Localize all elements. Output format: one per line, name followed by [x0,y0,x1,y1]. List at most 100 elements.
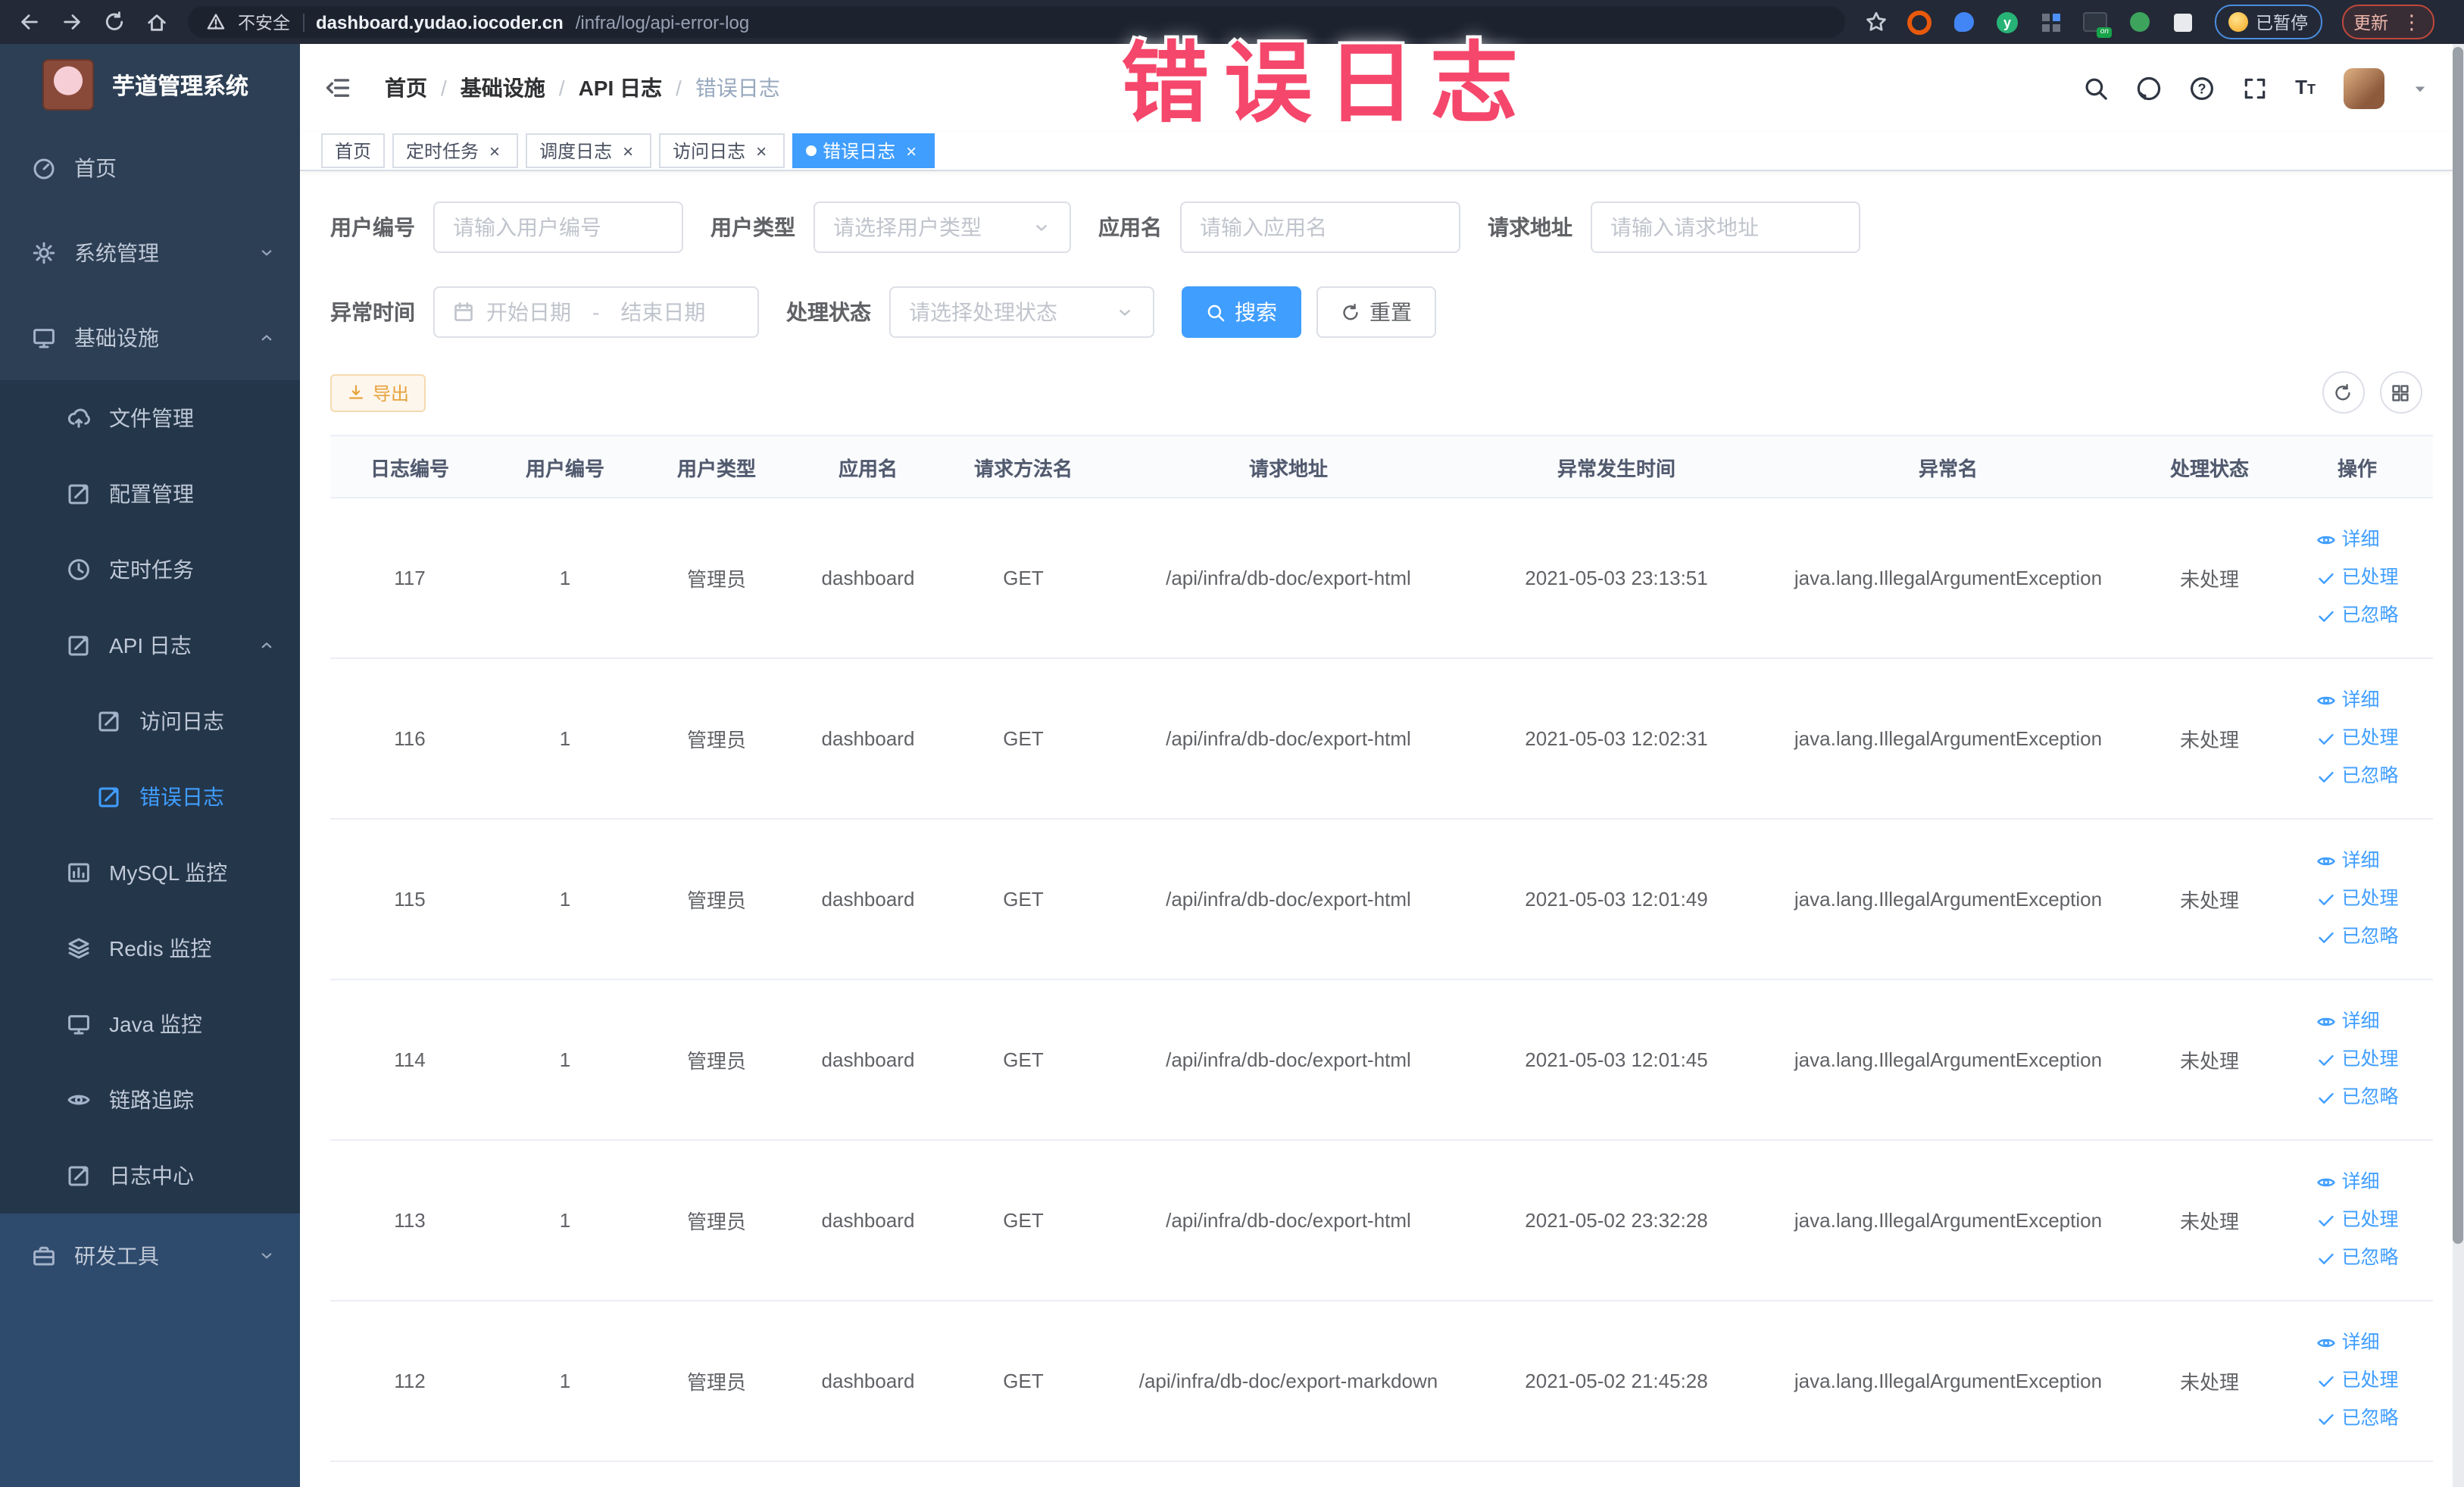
action-已忽略[interactable]: 已忽略 [2316,604,2399,627]
action-已忽略[interactable]: 已忽略 [2316,926,2399,948]
header-actions: ? TT [2083,67,2428,108]
bookmark-star-icon[interactable] [1865,11,1888,33]
sidebar-item-Redis-监控[interactable]: Redis 监控 [0,911,300,986]
address-bar[interactable]: 不安全 dashboard.yudao.iocoder.cn/infra/log… [188,6,1845,38]
column-header-应用名: 应用名 [792,435,944,498]
sidebar-item-Java-监控[interactable]: Java 监控 [0,986,300,1062]
scrollbar-thumb[interactable] [2453,47,2463,1244]
action-已忽略[interactable]: 已忽略 [2316,765,2399,788]
table-row: 113 1 管理员 dashboard GET/api/infra/db-doc/exp… [330,1140,2433,1301]
select-用户类型[interactable]: 请选择用户类型 [814,201,1071,253]
action-已处理[interactable]: 已处理 [2316,1209,2399,1232]
cell-app: dashboard [792,1140,944,1301]
cell-user_type: 管理员 [641,1301,792,1462]
action-已忽略[interactable]: 已忽略 [2316,1407,2399,1430]
back-icon[interactable] [18,11,41,33]
sidebar-item-配置管理[interactable]: 配置管理 [0,456,300,532]
input-用户编号[interactable]: 请输入用户编号 [433,201,683,253]
sidebar-item-访问日志[interactable]: 访问日志 [0,683,300,759]
extension-blue-icon[interactable] [1951,10,1975,34]
sidebar-item-label: 研发工具 [74,1244,159,1268]
action-已处理[interactable]: 已处理 [2316,567,2399,589]
sidebar-item-基础设施[interactable]: 基础设施 [0,295,300,380]
extension-orange-icon[interactable] [1907,10,1932,34]
tab-错误日志[interactable]: 错误日志 × [792,133,935,168]
select-处理状态[interactable]: 请选择处理状态 [889,286,1154,338]
hamburger-icon[interactable] [324,74,351,102]
close-icon[interactable]: × [751,142,771,160]
tab-调度日志[interactable]: 调度日志 × [526,133,652,168]
reset-button[interactable]: 重置 [1316,286,1436,338]
breadcrumb-separator: / [441,76,447,100]
input-请求地址[interactable]: 请输入请求地址 [1591,201,1860,253]
action-已处理[interactable]: 已处理 [2316,888,2399,911]
search-button[interactable]: 搜索 [1182,286,1301,338]
help-icon[interactable]: ? [2189,75,2215,101]
daterange-input[interactable]: 开始日期 - 结束日期 [433,286,759,338]
close-icon[interactable]: × [618,142,638,160]
cell-id: 116 [330,658,489,820]
close-icon[interactable]: × [485,142,504,160]
eye-icon [2316,530,2335,550]
tab-访问日志[interactable]: 访问日志 × [659,133,785,168]
github-icon[interactable] [2136,75,2162,101]
extension-leaf-icon[interactable] [2127,10,2151,34]
extension-puzzle-icon[interactable] [2171,10,2195,34]
action-详细[interactable]: 详细 [2316,850,2380,873]
action-已处理[interactable]: 已处理 [2316,1370,2399,1392]
end-date-placeholder: 结束日期 [620,300,706,324]
action-已处理[interactable]: 已处理 [2316,1048,2399,1071]
action-详细[interactable]: 详细 [2316,1332,2380,1354]
paused-badge[interactable]: 已暂停 [2215,5,2322,39]
tab-定时任务[interactable]: 定时任务 × [392,133,519,168]
sidebar-item-首页[interactable]: 首页 [0,126,300,211]
sidebar-item-研发工具[interactable]: 研发工具 [0,1214,300,1298]
app-logo-row: 芋道管理系统 [0,44,300,126]
action-详细[interactable]: 详细 [2316,689,2380,712]
update-badge[interactable]: 更新 ⋮ [2341,5,2434,39]
cell-app: dashboard [792,658,944,820]
action-已忽略[interactable]: 已忽略 [2316,1086,2399,1109]
avatar[interactable] [2343,67,2384,108]
row-actions: 详细 已处理 已忽略 [2316,529,2399,627]
action-详细[interactable]: 详细 [2316,529,2380,551]
fullscreen-icon[interactable] [2242,75,2268,101]
action-已处理[interactable]: 已处理 [2316,727,2399,750]
sidebar-item-链路追踪[interactable]: 链路追踪 [0,1062,300,1138]
refresh-button[interactable] [2322,371,2364,414]
tab-首页[interactable]: 首页 [321,133,386,168]
export-button[interactable]: 导出 [330,373,426,411]
cell-id: 113 [330,1140,489,1301]
placeholder: 请输入用户编号 [453,215,601,239]
breadcrumb-item[interactable]: 基础设施 [461,73,545,103]
sidebar-item-文件管理[interactable]: 文件管理 [0,380,300,456]
filter-item-用户类型: 用户类型 请选择用户类型 [710,201,1071,253]
sidebar-item-日志中心[interactable]: 日志中心 [0,1138,300,1214]
extension-green-y-icon[interactable]: y [1995,10,2019,34]
sidebar-item-错误日志[interactable]: 错误日志 [0,759,300,835]
scrollbar-track[interactable] [2452,44,2464,1487]
chevron-down-icon[interactable] [2411,80,2428,96]
close-icon[interactable]: × [901,142,921,160]
column-settings-button[interactable] [2379,371,2422,414]
sidebar-item-API-日志[interactable]: API 日志 [0,608,300,683]
reload-icon[interactable] [103,11,126,33]
sidebar-item-MySQL-监控[interactable]: MySQL 监控 [0,835,300,911]
input-应用名[interactable]: 请输入应用名 [1180,201,1460,253]
refresh-icon [1341,302,1360,322]
home-icon[interactable] [145,11,168,33]
extension-grid-icon[interactable] [2039,10,2063,34]
action-详细[interactable]: 详细 [2316,1011,2380,1033]
action-详细[interactable]: 详细 [2316,1171,2380,1194]
search-icon[interactable] [2083,75,2109,101]
action-已忽略[interactable]: 已忽略 [2316,1247,2399,1270]
check-icon [2316,889,2335,909]
font-size-icon[interactable]: TT [2295,73,2316,102]
extension-on-toggle-icon[interactable] [2083,10,2112,38]
forward-icon[interactable] [61,11,83,33]
breadcrumb-item[interactable]: 首页 [385,73,427,103]
browser-menu-icon[interactable]: ⋮ [2402,12,2422,32]
breadcrumb-item[interactable]: API 日志 [579,73,662,103]
sidebar-item-定时任务[interactable]: 定时任务 [0,532,300,608]
sidebar-item-系统管理[interactable]: 系统管理 [0,211,300,295]
